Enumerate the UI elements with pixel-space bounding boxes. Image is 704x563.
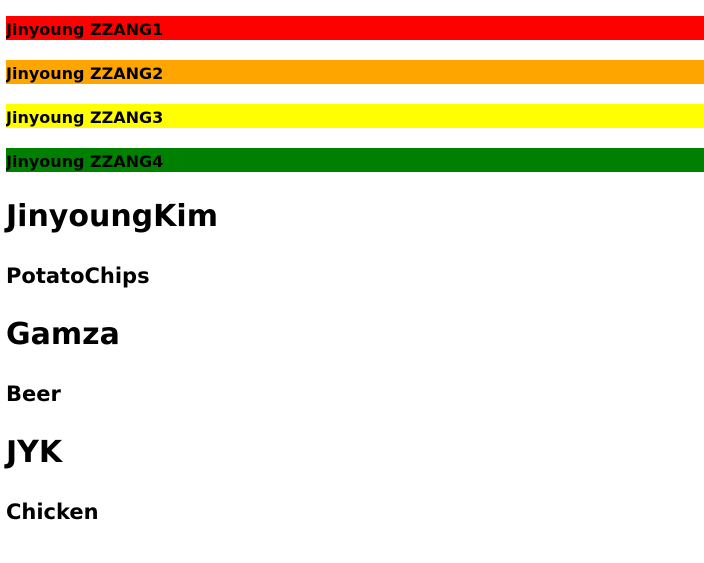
zzang-bar-3: Jinyoung ZZANG3 [6, 104, 704, 128]
zzang-bar-1: Jinyoung ZZANG1 [6, 16, 704, 40]
heading-potatochips: PotatoChips [6, 264, 150, 288]
heading-gamza: Gamza [6, 317, 120, 352]
heading-chicken: Chicken [6, 500, 99, 524]
heading-jyk: JYK [6, 435, 63, 470]
heading-jinyoungkim: JinyoungKim [6, 199, 218, 234]
zzang-bar-2: Jinyoung ZZANG2 [6, 60, 704, 84]
heading-beer: Beer [6, 382, 61, 406]
zzang-bar-4: Jinyoung ZZANG4 [6, 148, 704, 172]
